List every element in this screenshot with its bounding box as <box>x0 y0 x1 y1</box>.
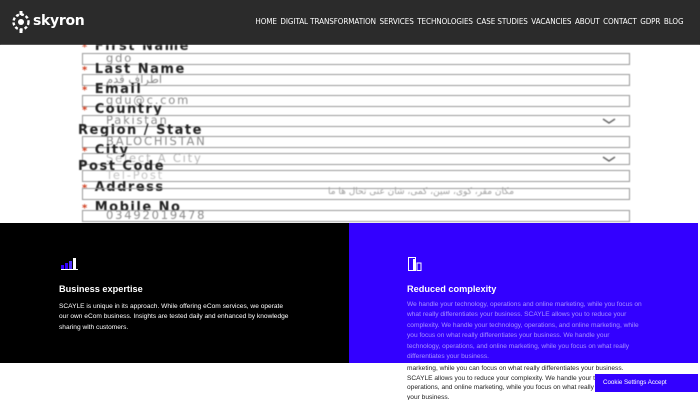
main-nav: HOME DIGITAL TRANSFORMATION SERVICES TEC… <box>255 16 683 26</box>
nav-services[interactable]: SERVICES <box>379 16 413 26</box>
business-expertise-panel: Business expertise SCAYLE is unique in i… <box>0 223 349 363</box>
nav-case-studies[interactable]: CASE STUDIES <box>476 16 527 26</box>
business-expertise-text: SCAYLE is unique in its approach. While … <box>59 303 289 331</box>
chevron-down-icon <box>602 156 616 162</box>
last-name-field <box>82 74 630 86</box>
chevron-down-icon <box>602 118 616 124</box>
logo-text: skyron <box>33 13 85 29</box>
top-navigation-bar: skyron HOME DIGITAL TRANSFORMATION SERVI… <box>0 0 700 45</box>
business-expertise-title: Business expertise <box>59 284 143 294</box>
bar-chart-icon <box>61 258 78 270</box>
cookie-settings-label: Cookie Settings Accept <box>603 379 667 386</box>
cookie-settings-button[interactable]: Cookie Settings Accept <box>595 374 698 392</box>
nav-home[interactable]: HOME <box>255 16 277 26</box>
reduced-complexity-title: Reduced complexity <box>407 284 497 294</box>
layers-icon <box>408 257 422 271</box>
nav-technologies[interactable]: TECHNOLOGIES <box>417 16 473 26</box>
reduced-complexity-panel: Reduced complexity We handle your techno… <box>349 223 698 363</box>
nav-contact[interactable]: CONTACT <box>603 16 637 26</box>
nav-vacancies[interactable]: VACANCIES <box>531 16 571 26</box>
nav-gdpr[interactable]: GDPR <box>640 16 660 26</box>
reduced-complexity-text: We handle your technology, operations an… <box>407 301 642 361</box>
address-value: مکان مقر، کوی، سین، کمی، شان عنی تحال ها… <box>328 187 515 197</box>
nav-about[interactable]: ABOUT <box>574 16 599 26</box>
nav-digital-transformation[interactable]: DIGITAL TRANSFORMATION <box>280 16 376 26</box>
logo-icon <box>12 10 30 33</box>
logo[interactable]: skyron <box>12 10 85 33</box>
form-screenshot-image: * First Name gdo * Last Name اطراف قدم * Em… <box>0 45 700 223</box>
nav-blog[interactable]: BLOG <box>663 16 683 26</box>
mobile-value: 03492019478 <box>106 208 207 222</box>
